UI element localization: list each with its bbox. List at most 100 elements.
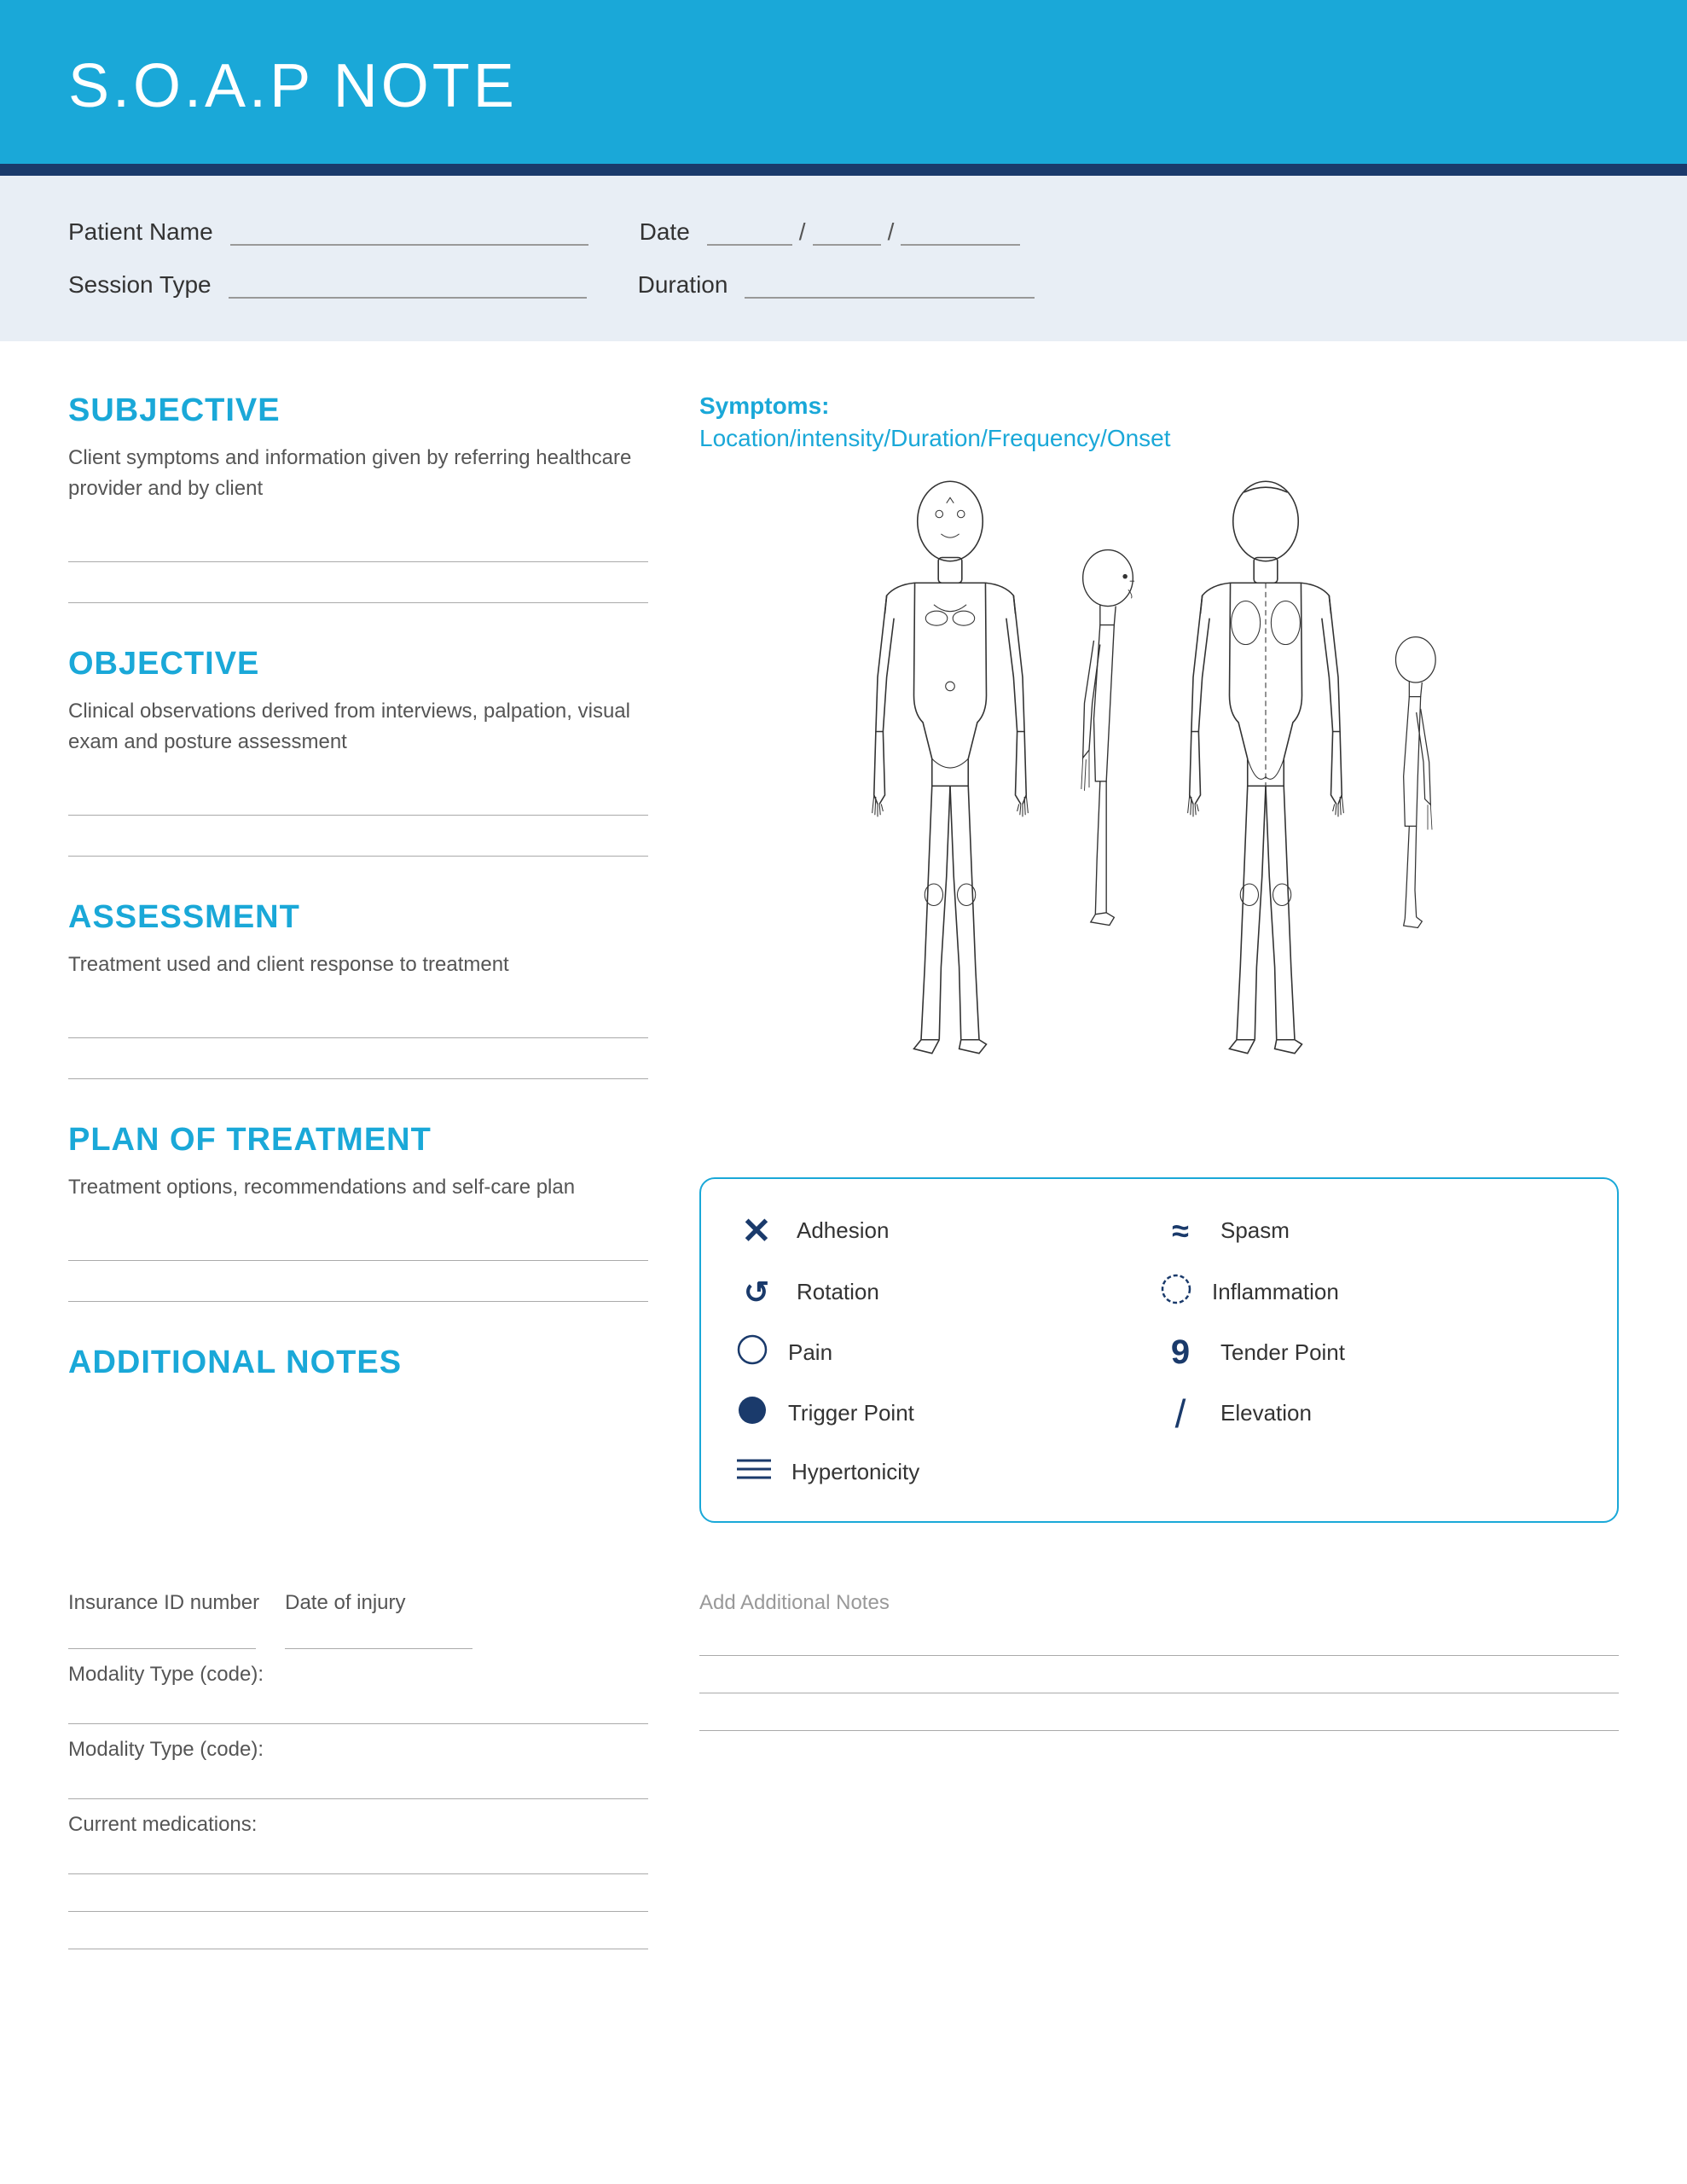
rotation-label: Rotation — [797, 1279, 879, 1305]
medications-field: Current medications: — [68, 1813, 648, 1949]
additional-notes-heading: ADDITIONAL NOTES — [68, 1345, 648, 1381]
date-label: Date — [640, 218, 690, 246]
date-month[interactable] — [707, 218, 792, 246]
adhesion-label: Adhesion — [797, 1217, 889, 1244]
legend-elevation: / Elevation — [1159, 1393, 1583, 1433]
spasm-label: Spasm — [1220, 1217, 1290, 1244]
legend-trigger-point: 9 Tender Point — [1159, 1333, 1583, 1373]
duration-input[interactable] — [745, 271, 1035, 299]
patient-name-label: Patient Name — [68, 218, 213, 246]
right-column: Symptoms: Location/intensity/Duration/Fr… — [699, 392, 1619, 1523]
legend-spasm: ≈ Spasm — [1159, 1210, 1583, 1252]
subjective-line-2[interactable] — [68, 569, 648, 603]
elevation-icon: / — [1159, 1394, 1202, 1433]
symptoms-heading: Symptoms: — [699, 392, 1619, 420]
notes-left: Insurance ID number Date of injury Modal… — [68, 1591, 648, 1949]
main-content: SUBJECTIVE Client symptoms and informati… — [0, 341, 1687, 1574]
trigger-point-icon: 9 — [1159, 1333, 1202, 1372]
objective-heading: OBJECTIVE — [68, 646, 648, 682]
plan-line-1[interactable] — [68, 1227, 648, 1261]
left-column: SUBJECTIVE Client symptoms and informati… — [68, 392, 648, 1523]
assessment-heading: ASSESSMENT — [68, 899, 648, 936]
session-type-label: Session Type — [68, 271, 212, 299]
objective-line-1[interactable] — [68, 781, 648, 816]
subjective-lines — [68, 528, 648, 603]
body-side-svg — [1061, 529, 1155, 956]
adhesion-icon: ✕ — [735, 1210, 778, 1252]
plan-description: Treatment options, recommendations and s… — [68, 1172, 648, 1203]
insurance-id-input[interactable] — [68, 1618, 256, 1649]
add-notes-line-2[interactable] — [699, 1663, 1619, 1693]
add-additional-notes-label: Add Additional Notes — [699, 1591, 1619, 1615]
modality1-input[interactable] — [68, 1693, 648, 1724]
assessment-line-1[interactable] — [68, 1004, 648, 1038]
tender-point-label: Trigger Point — [788, 1400, 914, 1426]
hypertonicity-icon — [735, 1454, 773, 1490]
patient-row-2: Session Type Duration — [68, 271, 1619, 299]
patient-name-input[interactable] — [230, 218, 588, 246]
date-input: / / — [707, 218, 1021, 246]
modality2-input[interactable] — [68, 1769, 648, 1799]
header-accent-bar — [0, 164, 1687, 176]
legend-inflammation: Inflammation — [1159, 1272, 1583, 1312]
plan-section: PLAN OF TREATMENT Treatment options, rec… — [68, 1122, 648, 1302]
modality2-label: Modality Type (code): — [68, 1738, 648, 1762]
page-title: S.O.A.P NOTE — [68, 51, 1619, 121]
objective-section: OBJECTIVE Clinical observations derived … — [68, 646, 648, 857]
duration-field: Duration — [638, 271, 1035, 299]
add-notes-line-3[interactable] — [699, 1700, 1619, 1731]
assessment-lines — [68, 1004, 648, 1079]
trigger-point-label: Tender Point — [1220, 1339, 1345, 1366]
tender-point-icon — [735, 1393, 769, 1433]
objective-description: Clinical observations derived from inter… — [68, 696, 648, 758]
additional-notes-section: Insurance ID number Date of injury Modal… — [0, 1591, 1687, 2001]
session-type-input[interactable] — [229, 271, 587, 299]
subjective-line-1[interactable] — [68, 528, 648, 562]
plan-line-2[interactable] — [68, 1268, 648, 1302]
medications-line-2[interactable] — [68, 1881, 648, 1912]
date-of-injury-input[interactable] — [285, 1618, 472, 1649]
legend-adhesion: ✕ Adhesion — [735, 1210, 1159, 1252]
patient-name-field: Patient Name — [68, 218, 588, 246]
date-of-injury-label: Date of injury — [285, 1591, 472, 1615]
assessment-line-2[interactable] — [68, 1045, 648, 1079]
medications-line-3[interactable] — [68, 1919, 648, 1949]
date-day[interactable] — [813, 218, 881, 246]
add-notes-line-1[interactable] — [699, 1625, 1619, 1656]
notes-right: Add Additional Notes — [699, 1591, 1619, 1949]
legend-pain: Pain — [735, 1333, 1159, 1373]
symptoms-subheading: Location/intensity/Duration/Frequency/On… — [699, 425, 1619, 452]
date-slash-1: / — [799, 218, 806, 246]
additional-notes-heading-section: ADDITIONAL NOTES — [68, 1345, 648, 1381]
modality1-field: Modality Type (code): — [68, 1663, 648, 1724]
session-type-field: Session Type — [68, 271, 587, 299]
spasm-icon: ≈ — [1159, 1213, 1202, 1249]
medications-line-1[interactable] — [68, 1844, 648, 1874]
assessment-description: Treatment used and client response to tr… — [68, 950, 648, 980]
inflammation-label: Inflammation — [1212, 1279, 1339, 1305]
date-field: Date / / — [640, 218, 1021, 246]
header: S.O.A.P NOTE — [0, 0, 1687, 164]
pain-label: Pain — [788, 1339, 832, 1366]
modality2-field: Modality Type (code): — [68, 1738, 648, 1799]
date-slash-2: / — [888, 218, 895, 246]
legend-hypertonicity: Hypertonicity — [735, 1454, 1159, 1490]
body-side-back-svg — [1377, 606, 1462, 947]
objective-line-2[interactable] — [68, 822, 648, 857]
additional-notes-grid: Insurance ID number Date of injury Modal… — [68, 1591, 1619, 1949]
body-front-svg — [856, 478, 1044, 1058]
duration-label: Duration — [638, 271, 728, 299]
modality1-label: Modality Type (code): — [68, 1663, 648, 1687]
date-year[interactable] — [901, 218, 1020, 246]
medications-label: Current medications: — [68, 1813, 648, 1837]
subjective-heading: SUBJECTIVE — [68, 392, 648, 429]
plan-lines — [68, 1227, 648, 1302]
elevation-label: Elevation — [1220, 1400, 1312, 1426]
objective-lines — [68, 781, 648, 857]
pain-icon — [735, 1333, 769, 1373]
hypertonicity-label: Hypertonicity — [791, 1459, 919, 1485]
date-of-injury-field: Date of injury — [285, 1591, 472, 1649]
subjective-section: SUBJECTIVE Client symptoms and informati… — [68, 392, 648, 603]
insurance-id-field: Insurance ID number — [68, 1591, 259, 1649]
body-back-svg — [1172, 478, 1359, 1058]
